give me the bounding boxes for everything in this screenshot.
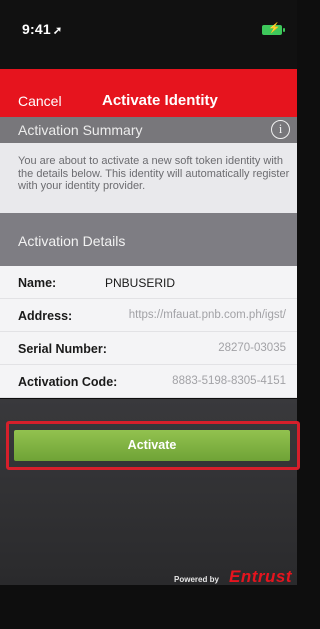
activation-summary-text: You are about to activate a new soft tok… bbox=[18, 155, 290, 192]
location-arrow-icon: ➚ bbox=[52, 25, 63, 37]
detail-label: Address: bbox=[18, 309, 73, 323]
detail-value: https://mfauat.pnb.com.ph/igst/ bbox=[128, 309, 286, 321]
activation-details-header: Activation Details bbox=[0, 213, 297, 266]
info-icon[interactable]: i bbox=[271, 120, 290, 139]
clock-time: 9:41 bbox=[22, 21, 51, 37]
detail-value: 8883-5198-8305-4151 bbox=[172, 375, 286, 387]
activation-details-title: Activation Details bbox=[18, 233, 126, 249]
detail-label: Serial Number: bbox=[18, 342, 107, 356]
detail-value: PNBUSERID bbox=[105, 276, 176, 290]
detail-row-name: Name: PNBUSERID bbox=[0, 266, 297, 299]
detail-label: Activation Code: bbox=[18, 375, 118, 389]
detail-value: 28270-03035 bbox=[218, 342, 286, 354]
detail-label: Name: bbox=[18, 276, 57, 290]
detail-row-serial-number: Serial Number: 28270-03035 bbox=[0, 332, 297, 365]
powered-by-label: Powered by bbox=[174, 575, 219, 584]
entrust-logo: Entrust bbox=[229, 567, 292, 586]
activate-button[interactable]: Activate bbox=[14, 430, 290, 461]
detail-row-address: Address: https://mfauat.pnb.com.ph/igst/ bbox=[0, 299, 297, 332]
status-time: 9:41 ➚ bbox=[22, 21, 62, 37]
nav-bar: Cancel Activate Identity bbox=[0, 69, 297, 117]
battery-charging-icon: ⚡ bbox=[262, 23, 285, 35]
activation-summary-header: Activation Summary i bbox=[0, 117, 297, 143]
detail-row-activation-code: Activation Code: 8883-5198-8305-4151 bbox=[0, 365, 297, 398]
page-title: Activate Identity bbox=[102, 92, 218, 109]
cancel-button[interactable]: Cancel bbox=[18, 93, 62, 109]
activation-summary-title: Activation Summary bbox=[18, 122, 143, 138]
footer: Powered by Entrust bbox=[0, 567, 297, 629]
status-bar: 9:41 ➚ ⚡ bbox=[0, 0, 297, 69]
activation-summary-body: You are about to activate a new soft tok… bbox=[0, 143, 297, 213]
